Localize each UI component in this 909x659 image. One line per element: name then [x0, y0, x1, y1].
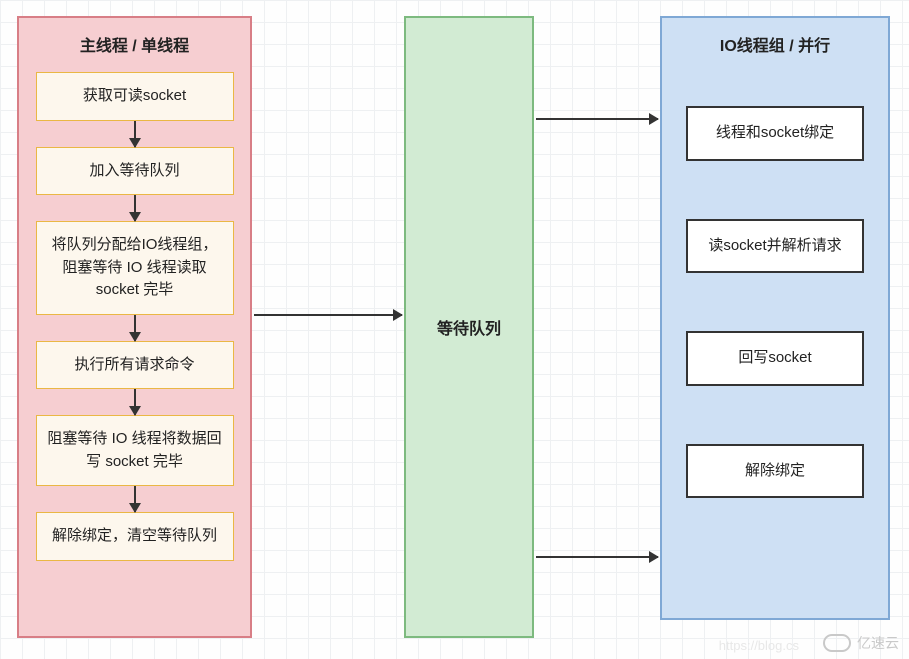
iostep-read-parse: 读socket并解析请求 — [686, 219, 864, 274]
step-enqueue: 加入等待队列 — [36, 147, 234, 196]
arrow-down-icon — [134, 389, 136, 415]
step-dispatch-io: 将队列分配给IO线程组，阻塞等待 IO 线程读取 socket 完毕 — [36, 221, 234, 315]
cloud-icon — [823, 634, 851, 652]
watermark-brand: 亿速云 — [823, 633, 899, 653]
step-wait-write: 阻塞等待 IO 线程将数据回写 socket 完毕 — [36, 415, 234, 486]
step-get-readable-socket: 获取可读socket — [36, 72, 234, 121]
arrow-down-icon — [134, 315, 136, 341]
watermark-url: https://blog.cs — [719, 638, 799, 653]
arrow-down-icon — [134, 121, 136, 147]
iostep-unbind: 解除绑定 — [686, 444, 864, 499]
wait-queue-label: 等待队列 — [437, 315, 501, 339]
main-thread-container: 主线程 / 单线程 获取可读socket 加入等待队列 将队列分配给IO线程组，… — [17, 16, 252, 638]
step-unbind-clear: 解除绑定，清空等待队列 — [36, 512, 234, 561]
arrow-right-icon — [254, 314, 402, 316]
io-threads-container: IO线程组 / 并行 线程和socket绑定 读socket并解析请求 回写so… — [660, 16, 890, 620]
io-threads-title: IO线程组 / 并行 — [662, 18, 888, 66]
arrow-right-icon — [536, 118, 658, 120]
iostep-bind-socket: 线程和socket绑定 — [686, 106, 864, 161]
main-thread-title: 主线程 / 单线程 — [19, 18, 250, 66]
wait-queue-container: 等待队列 — [404, 16, 534, 638]
step-execute-commands: 执行所有请求命令 — [36, 341, 234, 390]
arrow-right-icon — [536, 556, 658, 558]
arrow-down-icon — [134, 195, 136, 221]
arrow-down-icon — [134, 486, 136, 512]
iostep-write-socket: 回写socket — [686, 331, 864, 386]
watermark-brand-text: 亿速云 — [857, 633, 899, 653]
